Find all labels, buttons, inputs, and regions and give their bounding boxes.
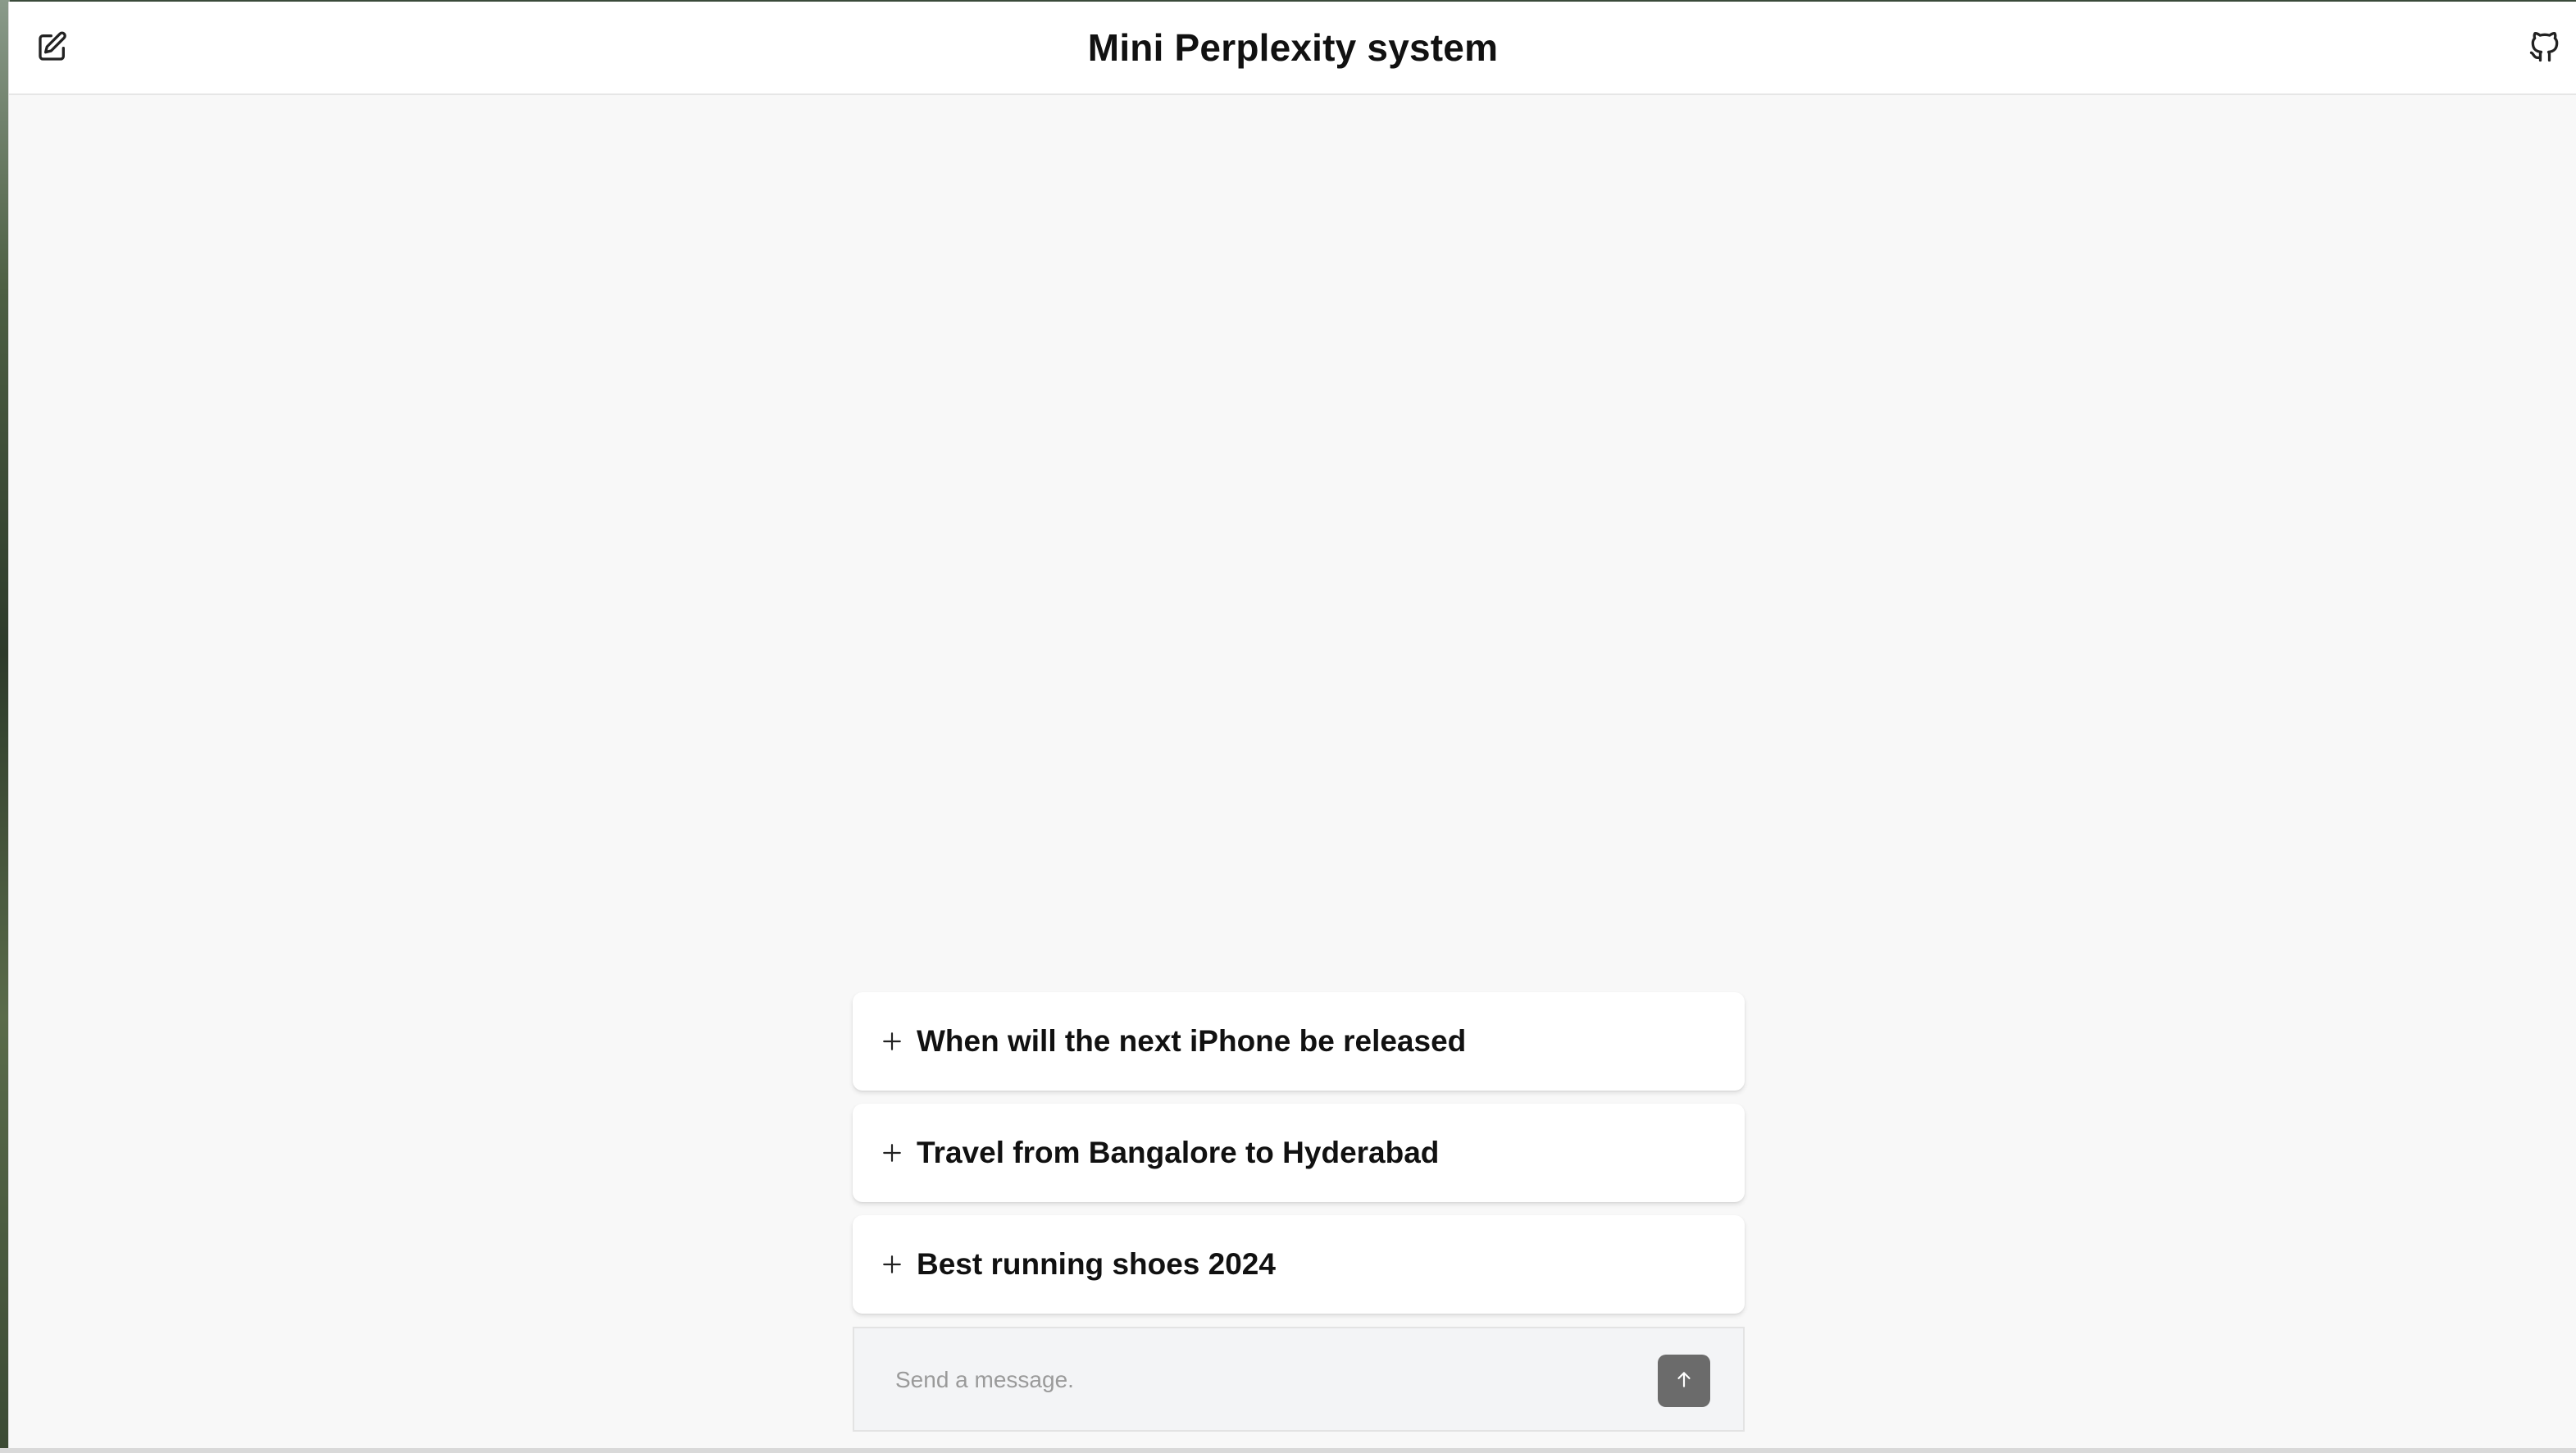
suggestion-item[interactable]: Travel from Bangalore to Hyderabad bbox=[853, 1104, 1745, 1202]
suggestion-list: When will the next iPhone be released Tr… bbox=[853, 992, 1745, 1327]
top-bar: Mini Perplexity system bbox=[9, 2, 2576, 95]
suggestion-label: Travel from Bangalore to Hyderabad bbox=[917, 1136, 1440, 1169]
github-icon bbox=[2527, 29, 2563, 69]
window-bottom-edge bbox=[0, 1448, 2576, 1453]
app-window: Mini Perplexity system When will the nex… bbox=[8, 2, 2576, 1448]
suggestion-label: Best running shoes 2024 bbox=[917, 1247, 1276, 1281]
message-composer bbox=[853, 1327, 1745, 1432]
suggestion-label: When will the next iPhone be released bbox=[917, 1024, 1467, 1058]
message-input[interactable] bbox=[894, 1328, 1635, 1432]
github-link[interactable] bbox=[2524, 28, 2565, 69]
arrow-up-icon bbox=[1673, 1369, 1695, 1394]
suggestion-item[interactable]: When will the next iPhone be released bbox=[853, 992, 1745, 1091]
plus-icon bbox=[881, 1253, 903, 1276]
suggestion-item[interactable]: Best running shoes 2024 bbox=[853, 1215, 1745, 1314]
page-title: Mini Perplexity system bbox=[1087, 26, 1499, 69]
plus-icon bbox=[881, 1141, 903, 1164]
send-button[interactable] bbox=[1658, 1355, 1710, 1407]
plus-icon bbox=[881, 1030, 903, 1053]
